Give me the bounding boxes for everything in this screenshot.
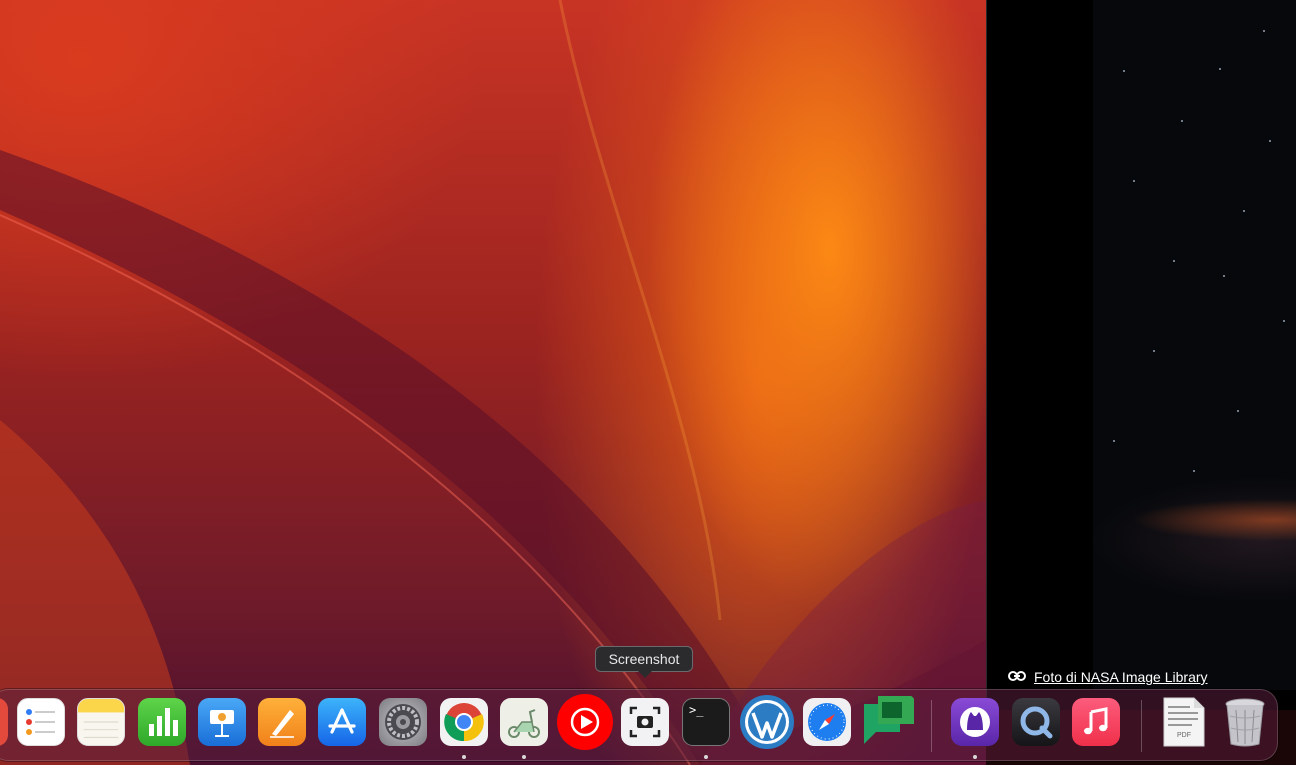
pdf-icon[interactable]: PDF [1158,696,1210,748]
pages-icon[interactable] [258,698,306,746]
scooter-icon[interactable] [500,698,548,746]
pdf-label: PDF [1177,732,1191,739]
youtube-music-icon[interactable] [557,694,613,750]
gear-icon[interactable] [379,698,427,746]
keynote-icon[interactable] [198,698,246,746]
running-indicator [522,755,526,759]
safari-icon[interactable] [803,698,851,746]
photo-credit-link[interactable]: Foto di NASA Image Library [1034,669,1208,685]
notes-icon[interactable] [77,698,125,746]
quicktime-icon[interactable] [1012,698,1060,746]
numbers-icon[interactable] [138,698,186,746]
running-indicator [462,755,466,759]
reminders-icon[interactable] [17,698,65,746]
terminal-icon[interactable]: >_ [682,698,730,746]
github-icon[interactable] [951,698,999,746]
dock-separator [931,700,932,752]
screenshot-icon[interactable] [621,698,669,746]
photo-credit[interactable]: Foto di NASA Image Library [1008,667,1208,687]
trash-icon[interactable] [1222,696,1268,748]
app-store-icon[interactable] [318,698,366,746]
wordpress-icon[interactable] [740,695,794,749]
partial-app-icon[interactable] [0,698,8,746]
running-indicator [973,755,977,759]
terminal-prompt: >_ [689,703,704,717]
chrome-icon[interactable] [440,698,488,746]
google-chat-icon[interactable] [862,694,916,748]
music-icon[interactable] [1072,698,1120,746]
tooltip-arrow [638,671,652,678]
space-photo [1093,0,1296,690]
photo-panel [986,0,1296,710]
running-indicator [704,755,708,759]
dock-separator [1141,700,1142,752]
desktop-wallpaper [0,0,986,765]
link-icon [1008,669,1026,685]
dock-tooltip: Screenshot [595,646,693,672]
